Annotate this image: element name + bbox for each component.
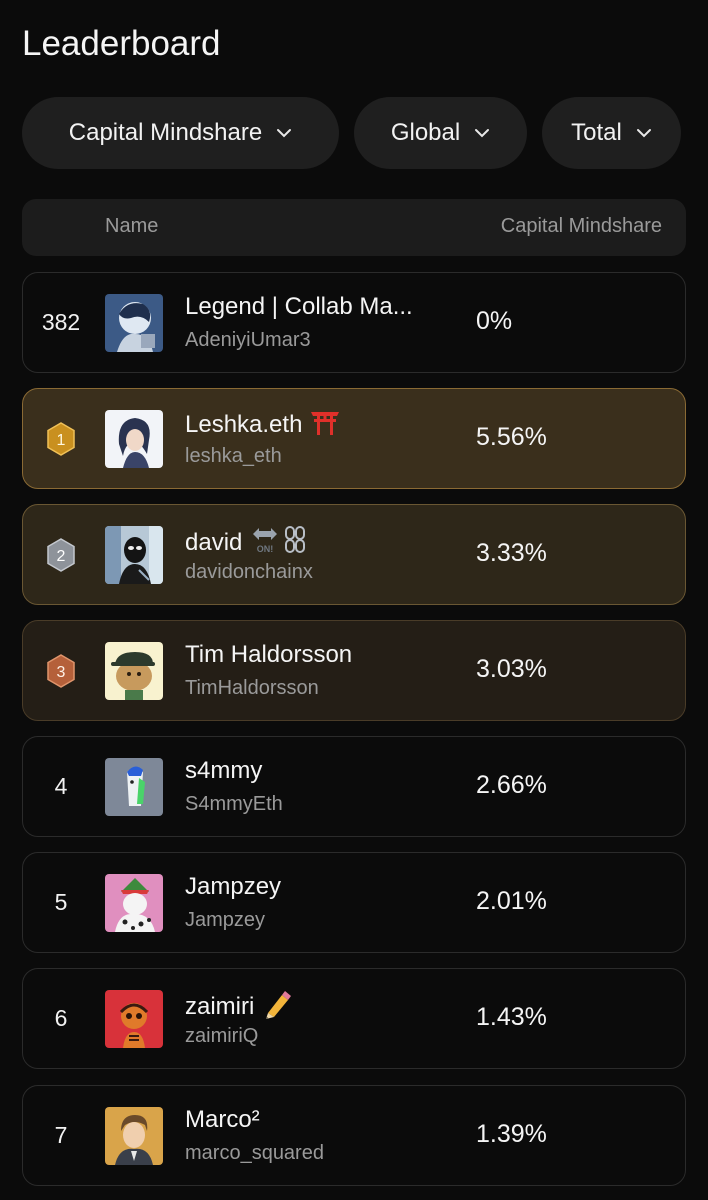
mindshare-value: 5.56% [476, 423, 547, 451]
leaderboard-row-1[interactable]: 1 Leshka.eth leshka_eth 5.56% [22, 388, 686, 489]
user-handle: AdeniyiUmar3 [185, 329, 311, 351]
user-display-name: david ON! [185, 525, 310, 562]
rank-badge-silver: 2 [23, 505, 99, 604]
svg-text:2: 2 [57, 548, 66, 565]
pencil-icon [262, 989, 292, 1026]
leaderboard-page: Leaderboard Capital Mindshare Global Tot… [0, 0, 708, 1200]
avatar [105, 758, 163, 816]
mindshare-value: 3.03% [476, 655, 547, 683]
user-display-name: Jampzey [185, 873, 282, 900]
mindshare-value: 1.39% [476, 1120, 547, 1148]
mindshare-value: 0% [476, 307, 513, 335]
avatar [105, 642, 163, 700]
rank-number: 7 [54, 1122, 68, 1148]
user-handle: TimHaldorsson [185, 677, 319, 699]
avatar [105, 990, 163, 1048]
leaderboard-row-3[interactable]: 3 Tim Haldorsson TimHaldorsson 3.03% [22, 620, 686, 721]
mindshare-value: 2.66% [476, 771, 547, 799]
user-display-name: s4mmy [185, 757, 263, 784]
user-display-name: Tim Haldorsson [185, 641, 353, 668]
leaderboard-row-4[interactable]: 4 s4mmy S4mmyEth 2.66% [22, 736, 686, 837]
rank-number: 382 [41, 309, 81, 335]
page-title: Leaderboard [22, 24, 221, 63]
mindshare-value: 2.01% [476, 887, 547, 915]
svg-text:ON!: ON! [257, 544, 274, 554]
user-display-name: Marco² [185, 1106, 260, 1133]
on-arrow-chain-icon: ON! [250, 525, 310, 562]
silver-medal-icon: 2 [47, 537, 75, 572]
user-handle: S4mmyEth [185, 793, 283, 815]
metric-filter-label: Capital Mindshare [68, 119, 263, 146]
chevron-down-icon [277, 129, 292, 138]
leaderboard-row-5[interactable]: 5 Jampzey Jampzey 2.01% [22, 852, 686, 953]
user-display-name: zaimiri [185, 989, 292, 1026]
period-filter-dropdown[interactable]: Total [542, 97, 681, 169]
rank-number: 6 [54, 1005, 68, 1031]
leaderboard-row-6[interactable]: 6 zaimiri zaimiriQ 1.43% [22, 968, 686, 1069]
gold-medal-icon: 1 [47, 421, 75, 456]
avatar [105, 874, 163, 932]
avatar [105, 294, 163, 352]
torii-gate-icon [310, 409, 340, 442]
svg-text:3: 3 [57, 664, 66, 681]
metric-filter-dropdown[interactable]: Capital Mindshare [22, 97, 339, 169]
user-handle: leshka_eth [185, 445, 282, 467]
rank-badge-gold: 1 [23, 389, 99, 488]
user-handle: zaimiriQ [185, 1025, 259, 1047]
region-filter-label: Global [390, 119, 461, 146]
column-header-capital-mindshare[interactable]: Capital Mindshare [501, 215, 662, 238]
bronze-medal-icon: 3 [47, 653, 75, 688]
region-filter-dropdown[interactable]: Global [354, 97, 527, 169]
leaderboard-row-2[interactable]: 2 david ON! davidonchainx 3.33% [22, 504, 686, 605]
leaderboard-row-7[interactable]: 7 Marco² marco_squared 1.39% [22, 1085, 686, 1186]
rank-badge-bronze: 3 [23, 621, 99, 720]
avatar [105, 410, 163, 468]
user-display-name: Leshka.eth [185, 409, 340, 442]
svg-text:1: 1 [57, 432, 66, 449]
rank-number: 4 [54, 773, 68, 799]
table-header: Name Capital Mindshare [22, 199, 686, 256]
mindshare-value: 3.33% [476, 539, 547, 567]
user-handle: Jampzey [185, 909, 266, 931]
rank-number: 5 [54, 889, 68, 915]
user-display-name: Legend | Collab Ma... [185, 293, 413, 320]
chevron-down-icon [636, 129, 651, 138]
column-header-name[interactable]: Name [105, 215, 158, 238]
user-handle: marco_squared [185, 1142, 324, 1164]
period-filter-label: Total [571, 119, 622, 146]
avatar [105, 1107, 163, 1165]
avatar [105, 526, 163, 584]
chevron-down-icon [475, 129, 490, 138]
mindshare-value: 1.43% [476, 1003, 547, 1031]
current-user-row[interactable]: 382 Legend | Collab Ma... AdeniyiUmar3 0… [22, 272, 686, 373]
user-handle: davidonchainx [185, 561, 313, 583]
